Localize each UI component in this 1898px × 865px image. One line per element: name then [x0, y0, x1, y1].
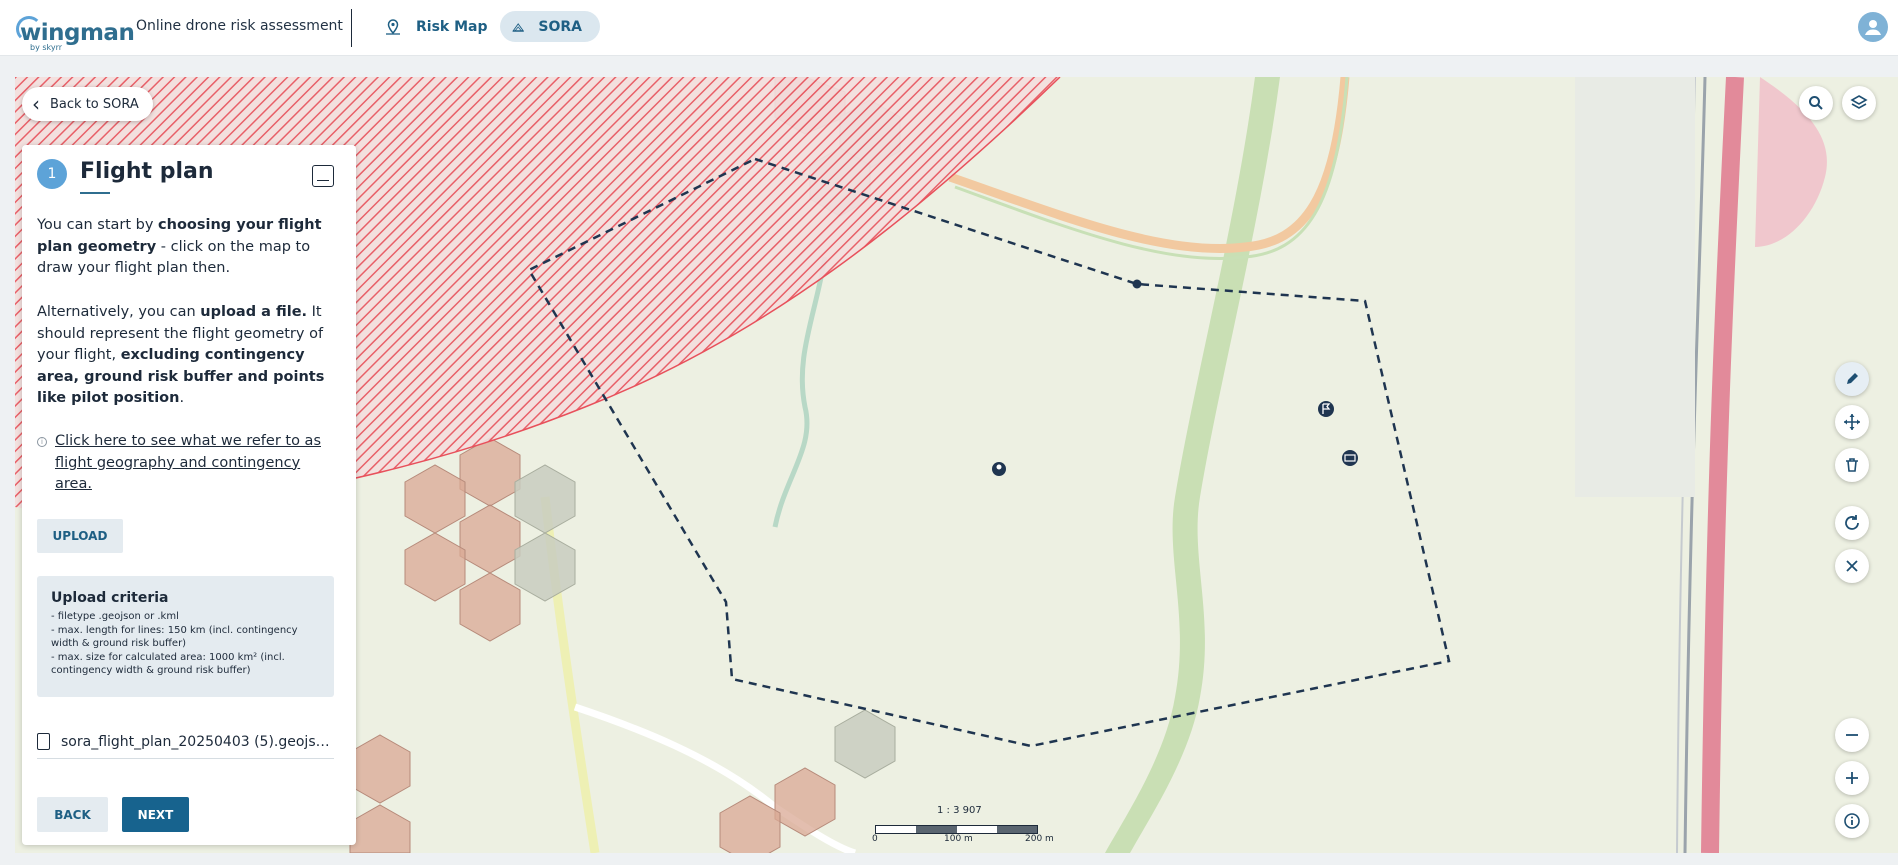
- back-to-sora-button[interactable]: ‹ Back to SORA: [22, 87, 153, 121]
- zoom-in-icon: [1846, 772, 1858, 784]
- next-button[interactable]: NEXT: [122, 797, 189, 832]
- user-account-button[interactable]: [1858, 12, 1888, 42]
- search-icon: [1809, 96, 1823, 110]
- uploaded-file-name: sora_flight_plan_20250403 (5).geojson: [61, 733, 333, 750]
- layers-icon: [1850, 95, 1868, 109]
- rotate-icon: [1845, 515, 1859, 530]
- close-icon: [1846, 560, 1858, 572]
- logo-subtitle: by skyrr: [30, 43, 63, 52]
- move-tool-button[interactable]: [1835, 405, 1869, 439]
- info-small-icon: i: [37, 437, 47, 447]
- upload-button[interactable]: UPLOAD: [37, 519, 123, 553]
- scale-tick-0: 0: [872, 834, 878, 844]
- upload-criteria-title: Upload criteria: [51, 590, 169, 606]
- zoom-out-icon: [1846, 734, 1858, 736]
- flight-plan-panel: 1 Flight plan You can start by choosing …: [22, 145, 356, 845]
- title-underline: [80, 192, 110, 194]
- back-button[interactable]: BACK: [37, 797, 108, 832]
- user-icon: [1865, 20, 1881, 35]
- tab-sora[interactable]: SORA: [500, 11, 600, 42]
- collapse-panel-button[interactable]: [312, 165, 334, 187]
- upload-paragraph: Alternatively, you can upload a file. It…: [37, 304, 325, 407]
- map-layers-button[interactable]: [1842, 86, 1876, 120]
- back-to-sora-label: Back to SORA: [50, 96, 139, 112]
- wingman-logo[interactable]: wingman by skyrr: [8, 8, 135, 52]
- map-search-button[interactable]: [1799, 86, 1833, 120]
- flight-geography-help-link[interactable]: Click here to see what we refer to as fl…: [55, 431, 337, 496]
- delete-icon: [1846, 458, 1858, 472]
- map-info-button[interactable]: [1835, 804, 1869, 838]
- map-scale-bar: [875, 825, 1038, 834]
- delete-tool-button[interactable]: [1835, 448, 1869, 482]
- info-icon: [1844, 813, 1860, 829]
- criteria-item: - max. length for lines: 150 km (incl. c…: [51, 624, 298, 650]
- tab-risk-map[interactable]: Risk Map: [372, 11, 506, 42]
- criteria-item: - max. size for calculated area: 1000 km…: [51, 651, 285, 677]
- zoom-out-button[interactable]: [1835, 718, 1869, 752]
- edit-icon: [1847, 373, 1858, 384]
- rotate-tool-button[interactable]: [1835, 506, 1869, 540]
- map-pin-icon: [386, 18, 400, 35]
- criteria-item: - filetype .geojson or .kml: [51, 611, 179, 622]
- info-link-row: i Click here to see what we refer to as …: [37, 431, 337, 496]
- file-icon: [37, 733, 50, 750]
- panel-title: Flight plan: [80, 159, 214, 184]
- tab-sora-label: SORA: [538, 18, 582, 35]
- header-divider: [351, 9, 352, 47]
- zoom-in-button[interactable]: [1835, 761, 1869, 795]
- move-icon: [1844, 414, 1860, 430]
- app-title: Online drone risk assessment: [136, 18, 343, 34]
- top-bar: wingman by skyrr Online drone risk asses…: [0, 0, 1898, 56]
- sora-icon: [512, 22, 525, 32]
- scale-tick-100: 100 m: [944, 834, 973, 844]
- step-number: 1: [37, 159, 67, 189]
- edit-tool-button[interactable]: [1835, 362, 1869, 396]
- uploaded-file-row[interactable]: sora_flight_plan_20250403 (5).geojson: [37, 731, 334, 759]
- tab-risk-map-label: Risk Map: [416, 18, 488, 35]
- scale-tick-200: 200 m: [1025, 834, 1054, 844]
- upload-criteria-box: Upload criteria - filetype .geojson or .…: [37, 576, 334, 697]
- intro-paragraph: You can start by choosing your flight pl…: [37, 217, 322, 277]
- close-tool-button[interactable]: [1835, 549, 1869, 583]
- map-scale-ratio: 1 : 3 907: [937, 805, 982, 816]
- chevron-left-icon: ‹: [32, 92, 40, 116]
